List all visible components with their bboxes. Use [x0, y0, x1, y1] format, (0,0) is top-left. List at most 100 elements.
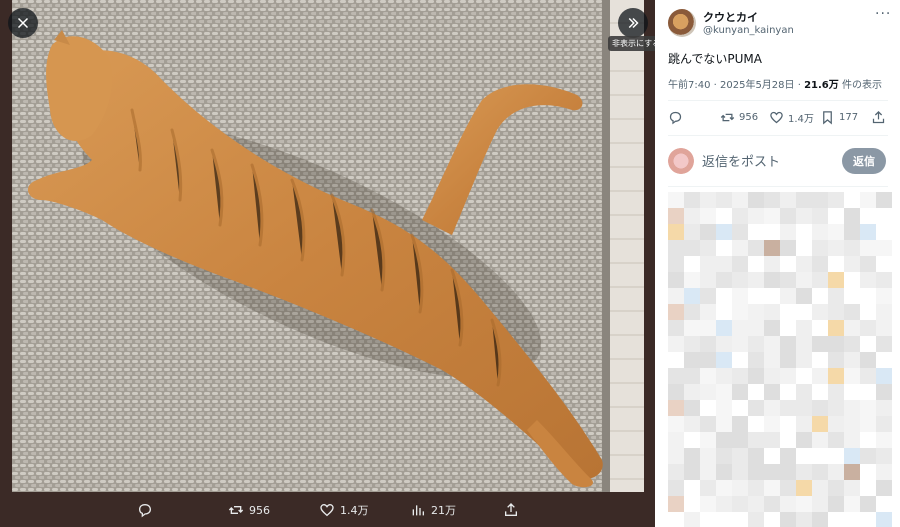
mosaic-tile: [860, 208, 876, 224]
mosaic-tile: [812, 304, 828, 320]
mosaic-tile: [812, 272, 828, 288]
tweet-timestamp[interactable]: 午前7:40 · 2025年5月28日 ·: [668, 80, 804, 91]
mosaic-tile: [828, 208, 844, 224]
mosaic-tile: [764, 384, 780, 400]
reply-button[interactable]: 返信: [842, 148, 886, 174]
mosaic-tile: [700, 496, 716, 512]
hide-panel-button[interactable]: [618, 8, 648, 38]
mosaic-tile: [812, 320, 828, 336]
mosaic-tile: [684, 464, 700, 480]
mosaic-tile: [812, 480, 828, 496]
mosaic-tile: [780, 240, 796, 256]
mosaic-tile: [700, 512, 716, 527]
mosaic-tile: [716, 352, 732, 368]
mosaic-tile: [684, 496, 700, 512]
mosaic-tile: [860, 512, 876, 527]
like-count: 1.4万: [788, 114, 814, 125]
like-stat[interactable]: 1.4万: [769, 110, 814, 125]
mosaic-tile: [860, 192, 876, 208]
retweet-stat[interactable]: 956: [720, 110, 758, 125]
reply-stat[interactable]: [668, 110, 683, 125]
viewer-share-button[interactable]: [503, 502, 519, 518]
mosaic-tile: [668, 384, 684, 400]
viewer-views-button[interactable]: 21万: [410, 502, 456, 518]
mosaic-tile: [876, 320, 892, 336]
mosaic-tile: [876, 352, 892, 368]
mosaic-tile: [860, 336, 876, 352]
reply-input[interactable]: 返信をポスト: [702, 151, 780, 170]
divider: [668, 100, 888, 101]
mosaic-tile: [716, 496, 732, 512]
mosaic-tile: [796, 240, 812, 256]
mosaic-tile: [828, 464, 844, 480]
mosaic-tile: [716, 432, 732, 448]
mosaic-tile: [796, 432, 812, 448]
mosaic-tile: [844, 480, 860, 496]
mosaic-tile: [732, 272, 748, 288]
mosaic-tile: [716, 288, 732, 304]
mosaic-tile: [796, 256, 812, 272]
mosaic-tile: [796, 368, 812, 384]
mosaic-tile: [668, 336, 684, 352]
mosaic-tile: [876, 208, 892, 224]
mosaic-tile: [748, 416, 764, 432]
mosaic-tile: [844, 448, 860, 464]
mosaic-tile: [860, 224, 876, 240]
mosaic-tile: [700, 320, 716, 336]
retweet-icon: [228, 506, 244, 514]
mosaic-tile: [668, 480, 684, 496]
mosaic-tile: [748, 304, 764, 320]
mosaic-tile: [668, 368, 684, 384]
display-name[interactable]: クウとカイ: [703, 9, 758, 25]
mosaic-tile: [796, 448, 812, 464]
mosaic-tile: [876, 448, 892, 464]
collapse-panel-icon: [628, 17, 639, 29]
mosaic-tile: [764, 432, 780, 448]
mosaic-tile: [828, 368, 844, 384]
mosaic-tile: [764, 448, 780, 464]
mosaic-tile: [700, 464, 716, 480]
mosaic-tile: [876, 336, 892, 352]
bookmark-count: 177: [839, 112, 859, 123]
mosaic-tile: [828, 304, 844, 320]
viewer-like-button[interactable]: 1.4万: [319, 502, 369, 518]
mosaic-tile: [764, 400, 780, 416]
retweet-icon: [720, 113, 735, 122]
mosaic-tile: [780, 416, 796, 432]
mosaic-tile: [796, 352, 812, 368]
share-stat[interactable]: [871, 110, 886, 125]
more-icon[interactable]: ···: [875, 6, 891, 22]
viewer-reply-button[interactable]: [137, 502, 153, 518]
avatar[interactable]: [668, 9, 696, 37]
bookmark-stat[interactable]: 177: [820, 110, 858, 125]
mosaic-tile: [748, 224, 764, 240]
mosaic-tile: [844, 416, 860, 432]
mosaic-tile: [668, 512, 684, 527]
mosaic-tile: [700, 304, 716, 320]
viewer-retweet-button[interactable]: 956: [228, 502, 270, 518]
mosaic-tile: [764, 320, 780, 336]
mosaic-tile: [828, 272, 844, 288]
mosaic-tile: [876, 224, 892, 240]
mosaic-tile: [796, 272, 812, 288]
mosaic-tile: [780, 464, 796, 480]
user-handle[interactable]: @kunyan_kainyan: [703, 25, 794, 36]
mosaic-tile: [876, 368, 892, 384]
mosaic-tile: [876, 480, 892, 496]
mosaic-tile: [844, 272, 860, 288]
mosaic-tile: [780, 496, 796, 512]
mosaic-tile: [748, 336, 764, 352]
mosaic-tile: [780, 432, 796, 448]
mosaic-tile: [732, 192, 748, 208]
mosaic-tile: [844, 208, 860, 224]
viewer-like-count: 1.4万: [340, 504, 369, 517]
mosaic-tile: [876, 304, 892, 320]
mosaic-tile: [860, 288, 876, 304]
mosaic-tile: [700, 288, 716, 304]
close-button[interactable]: [8, 8, 38, 38]
mosaic-tile: [716, 480, 732, 496]
mosaic-tile: [860, 384, 876, 400]
mosaic-tile: [844, 224, 860, 240]
mosaic-tile: [668, 288, 684, 304]
mosaic-tile: [812, 512, 828, 527]
